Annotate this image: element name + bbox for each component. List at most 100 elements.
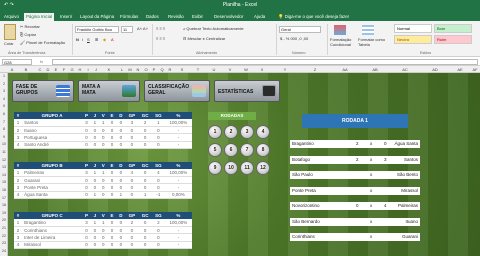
formula-input[interactable]	[52, 59, 478, 65]
stat-cell[interactable]: 0	[82, 226, 91, 235]
conditional-format-icon[interactable]	[334, 25, 346, 35]
tab-ajuda[interactable]: Ajuda	[252, 13, 267, 21]
copy-button[interactable]: ⎘ Copiar	[20, 32, 36, 37]
bold-icon[interactable]: N	[76, 37, 79, 42]
row-header[interactable]: 1	[0, 74, 8, 78]
stat-cell[interactable]: 0	[98, 233, 108, 242]
tab-pagina-inicial[interactable]: Página Inicial	[24, 13, 55, 21]
stat-cell[interactable]: 4	[14, 241, 23, 250]
row-header[interactable]: 19	[0, 211, 8, 215]
column-header[interactable]: S	[174, 66, 190, 73]
column-header[interactable]: J	[92, 66, 100, 73]
stat-cell[interactable]: 0	[151, 176, 165, 185]
stat-cell[interactable]: 3	[82, 219, 91, 228]
stat-cell[interactable]: 0	[138, 226, 152, 235]
team-name[interactable]: Inter de Limeira	[22, 233, 83, 242]
stat-cell[interactable]: 0	[98, 133, 108, 142]
stat-cell[interactable]: 1	[98, 219, 108, 228]
row-header[interactable]: 8	[0, 127, 8, 131]
away-score[interactable]: 3	[384, 156, 387, 164]
column-header[interactable]: AC	[390, 66, 420, 73]
stat-cell[interactable]: 0	[82, 183, 91, 192]
stat-cell[interactable]: 0	[98, 226, 108, 235]
tab-desenvolvedor[interactable]: Desenvolvedor	[212, 13, 245, 21]
stat-cell[interactable]: -	[164, 233, 192, 242]
stat-cell[interactable]: 0	[116, 241, 126, 250]
stat-cell[interactable]: 1	[90, 219, 99, 228]
stat-cell[interactable]: 2	[125, 219, 139, 228]
team-name[interactable]: Corinthians	[22, 226, 83, 235]
rodada-button-2[interactable]: 2	[224, 125, 238, 139]
rodada-button-7[interactable]: 7	[240, 143, 254, 157]
stat-cell[interactable]: 0	[138, 176, 152, 185]
stat-cell[interactable]: 0	[98, 126, 108, 135]
fill-color-icon[interactable]: ◆	[103, 37, 106, 42]
underline-icon[interactable]: S	[87, 37, 90, 42]
column-header[interactable]: R	[166, 66, 174, 73]
fx-icon[interactable]: fx	[40, 59, 43, 64]
column-header[interactable]: V	[222, 66, 238, 73]
font-name-select[interactable]: Franklin Gothic Boo	[75, 26, 119, 33]
stat-cell[interactable]: -	[164, 176, 192, 185]
stat-cell[interactable]: 4	[14, 191, 23, 200]
tab-dados[interactable]: Dados	[144, 13, 161, 21]
stat-cell[interactable]: 4	[125, 169, 139, 178]
stat-cell[interactable]: 0	[107, 176, 117, 185]
stat-cell[interactable]: 0	[116, 219, 126, 228]
stat-cell[interactable]: 0	[125, 191, 139, 200]
stat-cell[interactable]: 0	[107, 183, 117, 192]
stat-cell[interactable]: 0	[98, 176, 108, 185]
row-header[interactable]: 11	[0, 150, 8, 154]
stat-cell[interactable]: 3	[82, 169, 91, 178]
grow-font-icon[interactable]: A˄ A˅	[137, 26, 148, 31]
stat-cell[interactable]: 0	[116, 126, 126, 135]
rodada-button-1[interactable]: 1	[208, 125, 222, 139]
row-header[interactable]: 23	[0, 241, 8, 245]
stat-cell[interactable]: 1	[98, 119, 108, 128]
stat-cell[interactable]: 2	[14, 226, 23, 235]
stat-cell[interactable]: 0	[107, 226, 117, 235]
stat-cell[interactable]: 100,00%	[164, 119, 192, 128]
format-table-button[interactable]: Formatar como Tabela	[358, 37, 388, 47]
row-header[interactable]: 12	[0, 158, 8, 162]
rodada-button-12[interactable]: 12	[256, 161, 270, 175]
tab-revisao[interactable]: Revisão	[166, 13, 186, 21]
stat-cell[interactable]: 0	[138, 126, 152, 135]
home-score[interactable]: 0	[356, 202, 359, 210]
stat-cell[interactable]: 100,00%	[164, 169, 192, 178]
away-score[interactable]: 0	[384, 140, 387, 148]
stat-cell[interactable]: 1	[90, 119, 99, 128]
stat-cell[interactable]: 0	[151, 133, 165, 142]
align-left-icon[interactable]: ≡ ≡ ≡	[156, 36, 165, 41]
team-name[interactable]: Água Santa	[22, 191, 83, 200]
font-size-select[interactable]: 11	[121, 26, 133, 33]
stat-cell[interactable]: 0	[151, 141, 165, 150]
stat-cell[interactable]: 1	[90, 169, 99, 178]
column-header[interactable]: O	[142, 66, 150, 73]
stat-cell[interactable]: 2	[151, 219, 165, 228]
stat-cell[interactable]: 0	[107, 219, 117, 228]
stat-cell[interactable]: 0	[98, 191, 108, 200]
team-name[interactable]: Palmeiras	[22, 169, 83, 178]
tab-arquivo[interactable]: Arquivo	[2, 13, 21, 21]
stat-cell[interactable]: 0	[90, 226, 99, 235]
stat-cell[interactable]: 0	[107, 133, 117, 142]
stat-cell[interactable]: 0	[90, 183, 99, 192]
column-header[interactable]: A	[8, 66, 16, 73]
column-header[interactable]: Y	[270, 66, 300, 73]
stat-cell[interactable]: 0	[125, 226, 139, 235]
stat-cell[interactable]: 0	[125, 141, 139, 150]
stat-cell[interactable]: 0	[151, 183, 165, 192]
row-header[interactable]: 16	[0, 188, 8, 192]
column-header[interactable]: I	[84, 66, 92, 73]
stat-cell[interactable]: 0	[107, 191, 117, 200]
column-header[interactable]: M	[126, 66, 134, 73]
row-header[interactable]: 6	[0, 112, 8, 116]
rodada-button-5[interactable]: 5	[208, 143, 222, 157]
stat-cell[interactable]: 0	[138, 141, 152, 150]
stat-cell[interactable]: 0	[107, 119, 117, 128]
row-header[interactable]: 2	[0, 82, 8, 86]
column-header[interactable]: N	[134, 66, 142, 73]
tab-exibir[interactable]: Exibir	[190, 13, 205, 21]
stat-cell[interactable]: 0	[82, 241, 91, 250]
